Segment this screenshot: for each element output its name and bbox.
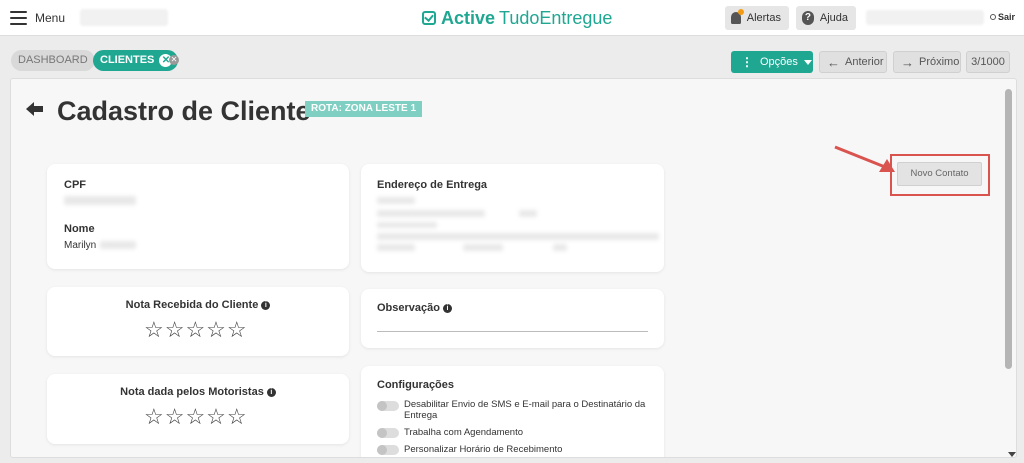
top-bar: Menu Active TudoEntregue Alertas ? Ajuda… [0,0,1024,36]
toggle-custom-hours[interactable] [377,445,399,455]
observation-label-row: Observação i [377,302,452,314]
address-state [553,244,567,251]
driver-rating-label: Nota dada pelos Motoristas [120,386,264,398]
previous-label: Anterior [845,56,884,68]
menu-label[interactable]: Menu [35,11,65,25]
previous-button[interactable]: ← Anterior [819,51,887,73]
close-all-tabs-icon[interactable]: ✕ [169,55,179,65]
page-title: Cadastro de Cliente [57,96,311,126]
client-rating-label-row: Nota Recebida do Cliente i [47,299,349,311]
client-rating-label: Nota Recebida do Cliente [125,299,259,311]
next-button[interactable]: → Próximo [893,51,961,73]
power-icon [990,14,996,20]
name-label: Nome [64,223,95,235]
toggle-label-scheduling: Trabalha com Agendamento [404,427,524,438]
toggle-disable-notifications[interactable] [377,401,399,411]
client-info-card: CPF Nome Marilyn [47,164,349,269]
observation-label: Observação [377,302,440,314]
alerts-button[interactable]: Alertas [725,6,789,30]
cpf-value [64,196,136,205]
options-button[interactable]: ⋮ Opções [731,51,813,73]
logout-label: Sair [998,12,1016,22]
tab-clientes-label: CLIENTES [100,54,155,66]
address-complement [377,222,437,228]
company-selector[interactable] [80,9,168,26]
caret-down-icon [803,59,812,65]
info-icon[interactable]: i [442,304,452,313]
annotation-arrow-icon [834,145,895,172]
logo-check-icon [422,11,436,25]
address-number [519,210,537,217]
app-logo: Active TudoEntregue [422,6,612,30]
driver-rating-label-row: Nota dada pelos Motoristas i [47,386,349,398]
client-form-panel: Cadastro de Cliente ROTA: ZONA LESTE 1 C… [10,78,1017,458]
tab-dashboard[interactable]: DASHBOARD [11,50,95,71]
help-button[interactable]: ? Ajuda [796,6,856,30]
delivery-address-label: Endereço de Entrega [377,179,488,191]
scrollbar-thumb[interactable] [1005,89,1012,369]
surname-value [100,241,136,249]
new-contact-button[interactable]: Novo Contato [897,162,982,186]
address-neighborhood [377,244,415,251]
address-city [463,244,503,251]
delivery-address-card: Endereço de Entrega [361,164,664,272]
toggle-scheduling[interactable] [377,428,399,438]
scroll-down-icon[interactable] [1008,452,1016,457]
options-label: Opções [760,56,798,68]
info-icon[interactable]: i [266,388,276,397]
name-value: Marilyn [64,240,97,251]
record-counter: 3/1000 [966,51,1010,73]
kebab-icon: ⋮ [741,55,753,69]
settings-card: Configurações Desabilitar Envio de SMS e… [361,366,664,457]
info-icon[interactable]: i [261,301,271,310]
address-line-2 [377,210,485,217]
alerts-label: Alertas [746,12,781,24]
cpf-label: CPF [64,179,86,191]
settings-label: Configurações [377,379,455,391]
toggle-label-custom-hours: Personalizar Horário de Recebimento [404,444,563,455]
logo-light-text: TudoEntregue [499,7,613,28]
observation-card: Observação i [361,289,664,348]
help-label: Ajuda [819,12,848,24]
question-icon: ? [802,11,814,25]
address-bar [377,233,659,240]
arrow-left-icon: ← [827,54,840,70]
toggle-label-disable-notifications: Desabilitar Envio de SMS e E-mail para o… [404,399,646,421]
tab-clientes[interactable]: CLIENTES ✕ [93,50,179,71]
client-rating-stars[interactable]: ☆☆☆☆☆ [144,317,248,343]
next-label: Próximo [919,56,960,68]
scrollbar[interactable] [1005,89,1013,449]
driver-rating-stars[interactable]: ☆☆☆☆☆ [144,404,248,430]
user-account[interactable] [866,10,984,25]
client-rating-card: Nota Recebida do Cliente i ☆☆☆☆☆ [47,287,349,356]
hamburger-menu-icon[interactable] [10,11,27,25]
logo-bold-text: Active [441,7,496,28]
arrow-right-icon: → [901,54,914,70]
observation-input[interactable] [377,331,648,332]
logout-button[interactable]: Sair [990,12,1015,22]
driver-rating-card: Nota dada pelos Motoristas i ☆☆☆☆☆ [47,374,349,444]
back-arrow-icon[interactable] [26,101,44,117]
route-badge: ROTA: ZONA LESTE 1 [305,101,422,117]
address-line-1 [377,197,415,204]
bell-icon [731,9,744,24]
